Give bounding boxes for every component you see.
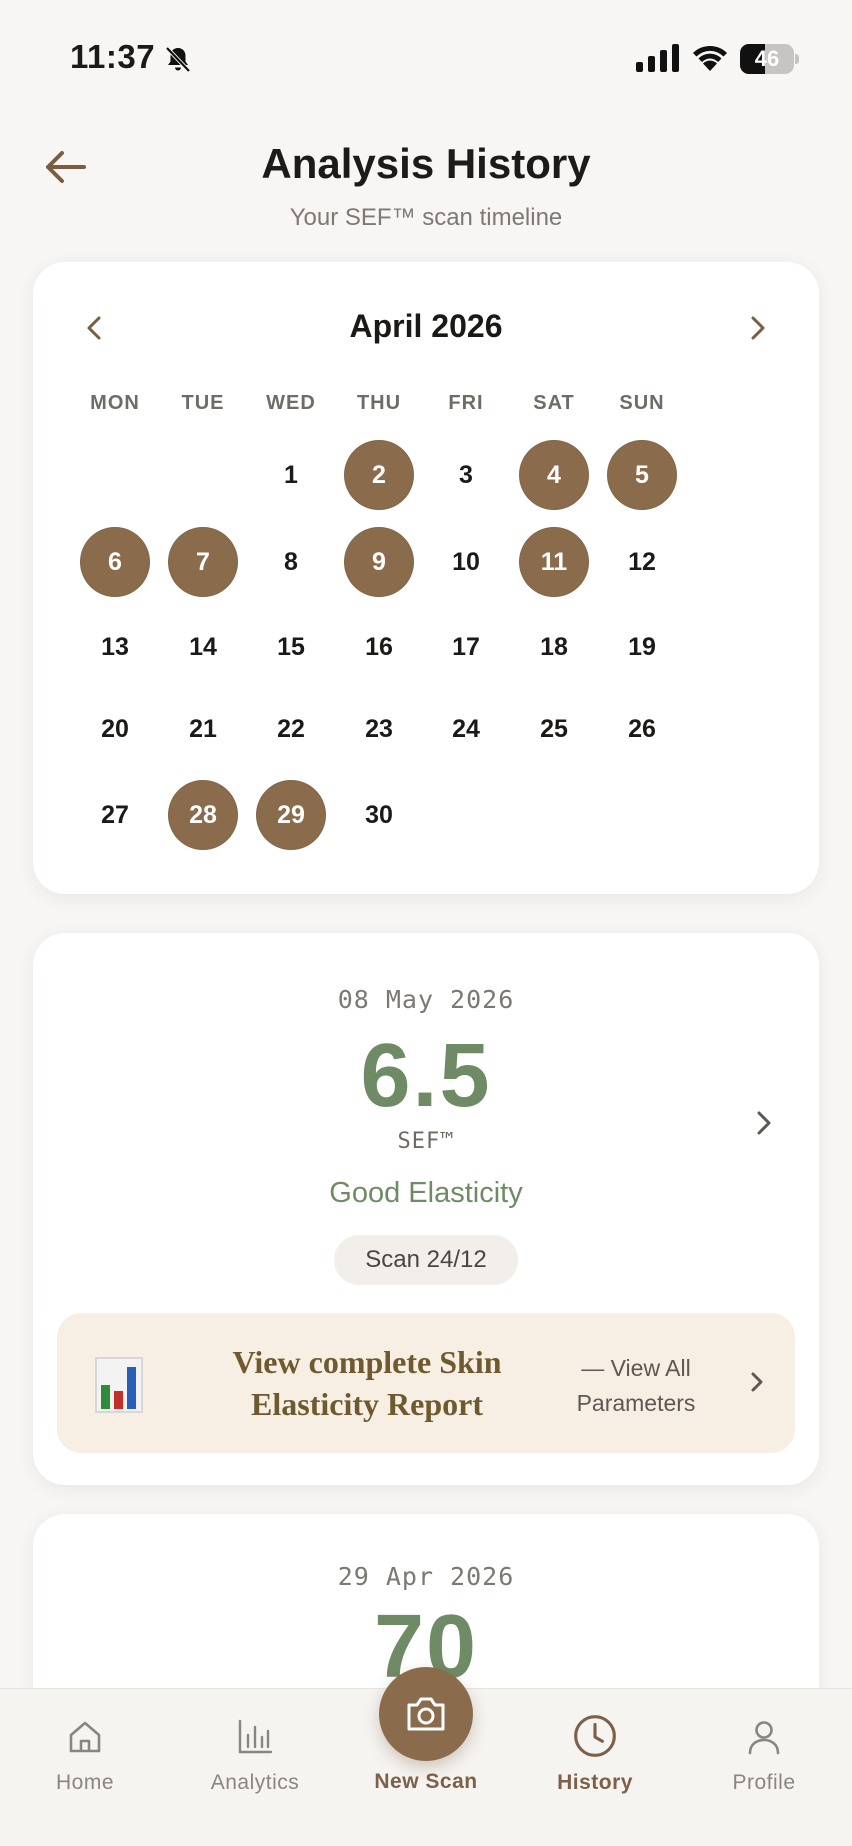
scan-unit: SEF™ [397, 1129, 455, 1154]
calendar-day[interactable]: 21 [168, 694, 238, 764]
weekday-header-row: MON TUE WED THU FRI SAT SUN [43, 392, 763, 422]
full-report-banner[interactable]: View complete Skin Elasticity Report — V… [57, 1313, 795, 1453]
home-icon [69, 1721, 101, 1753]
scan-status: Good Elasticity [329, 1177, 523, 1209]
calendar-day[interactable]: 18 [519, 612, 589, 682]
wifi-icon [693, 45, 727, 71]
calendar-day[interactable]: 12 [607, 527, 677, 597]
calendar-day[interactable]: 16 [344, 612, 414, 682]
calendar-day-scanned[interactable]: 5 [607, 440, 677, 510]
view-all-parameters-link[interactable]: — View All Parameters [561, 1351, 711, 1421]
tab-label: Analytics [210, 1771, 300, 1794]
calendar-day[interactable]: 1 [256, 440, 326, 510]
calendar-day[interactable]: 15 [256, 612, 326, 682]
weekday-tue: TUE [181, 392, 225, 414]
new-scan-label: New Scan [374, 1770, 478, 1793]
tab-label: History [557, 1771, 633, 1794]
calendar-day[interactable]: 25 [519, 694, 589, 764]
weekday-sat: SAT [533, 392, 575, 414]
camera-icon [407, 1697, 445, 1731]
calendar-day[interactable]: 3 [431, 440, 501, 510]
weekday-mon: MON [90, 392, 140, 414]
scan-date: 08 May 2026 [337, 985, 515, 1014]
battery-percent: 46 [754, 46, 780, 71]
calendar-day-scanned[interactable]: 28 [168, 780, 238, 850]
tab-home[interactable]: Home [10, 1689, 160, 1809]
calendar-day[interactable]: 14 [168, 612, 238, 682]
calendar-month-label: April 2026 [349, 308, 503, 344]
tab-label: Profile [732, 1771, 796, 1794]
calendar-day[interactable]: 8 [256, 527, 326, 597]
scan-date: 29 Apr 2026 [337, 1562, 515, 1591]
chevron-right-icon[interactable] [745, 1367, 769, 1397]
report-link-line1: — View All [581, 1355, 691, 1381]
clock-icon [574, 1715, 616, 1757]
calendar-day[interactable]: 13 [80, 612, 150, 682]
new-scan-button[interactable] [379, 1667, 473, 1761]
cellular-signal-icon [636, 44, 679, 72]
tab-analytics[interactable]: Analytics [180, 1689, 330, 1809]
calendar-day-scanned[interactable]: 4 [519, 440, 589, 510]
weekday-wed: WED [266, 392, 316, 414]
scan-score: 6.5 [360, 1026, 492, 1126]
report-title: View complete Skin Elasticity Report [232, 1344, 502, 1422]
profile-icon [748, 1721, 780, 1755]
calendar-day[interactable]: 22 [256, 694, 326, 764]
page-title: Analysis History [261, 140, 591, 187]
report-link-line2: Parameters [576, 1390, 696, 1416]
tab-profile[interactable]: Profile [689, 1689, 839, 1809]
calendar-day[interactable]: 20 [80, 694, 150, 764]
page-subtitle: Your SEF™ scan timeline [289, 204, 563, 231]
calendar-day-scanned[interactable]: 6 [80, 527, 150, 597]
calendar-day-scanned[interactable]: 9 [344, 527, 414, 597]
calendar-day-scanned[interactable]: 11 [519, 527, 589, 597]
calendar-day[interactable]: 30 [344, 780, 414, 850]
bar-chart-icon [95, 1357, 143, 1413]
calendar-day[interactable]: 26 [607, 694, 677, 764]
calendar-day[interactable]: 10 [431, 527, 501, 597]
analytics-icon [238, 1719, 273, 1754]
next-month-chevron-icon[interactable] [739, 310, 775, 346]
calendar-day-scanned[interactable]: 7 [168, 527, 238, 597]
weekday-fri: FRI [448, 392, 484, 414]
calendar-day-scanned[interactable]: 29 [256, 780, 326, 850]
calendar-day-scanned[interactable]: 2 [344, 440, 414, 510]
status-time: 11:37 [70, 38, 156, 75]
calendar-card: April 2026 MON TUE WED THU FRI SAT SUN 1234567… [33, 262, 819, 894]
bell-off-icon [165, 46, 191, 73]
calendar-day[interactable]: 19 [607, 612, 677, 682]
tab-label: Home [55, 1771, 115, 1794]
scan-result-card[interactable]: 08 May 2026 6.5 SEF™ Good Elasticity Sca… [33, 933, 819, 1485]
calendar-day[interactable]: 23 [344, 694, 414, 764]
weekday-thu: THU [356, 392, 402, 414]
status-bar: 11:37 46 [0, 0, 852, 110]
calendar-day[interactable]: 27 [80, 780, 150, 850]
calendar-day[interactable]: 24 [431, 694, 501, 764]
battery-icon: 46 [740, 44, 799, 74]
weekday-sun: SUN [619, 392, 665, 414]
tab-history[interactable]: History [520, 1689, 670, 1809]
chevron-right-icon[interactable] [749, 1105, 779, 1141]
calendar-day[interactable]: 17 [431, 612, 501, 682]
scan-count-badge: Scan 24/12 [334, 1235, 518, 1285]
